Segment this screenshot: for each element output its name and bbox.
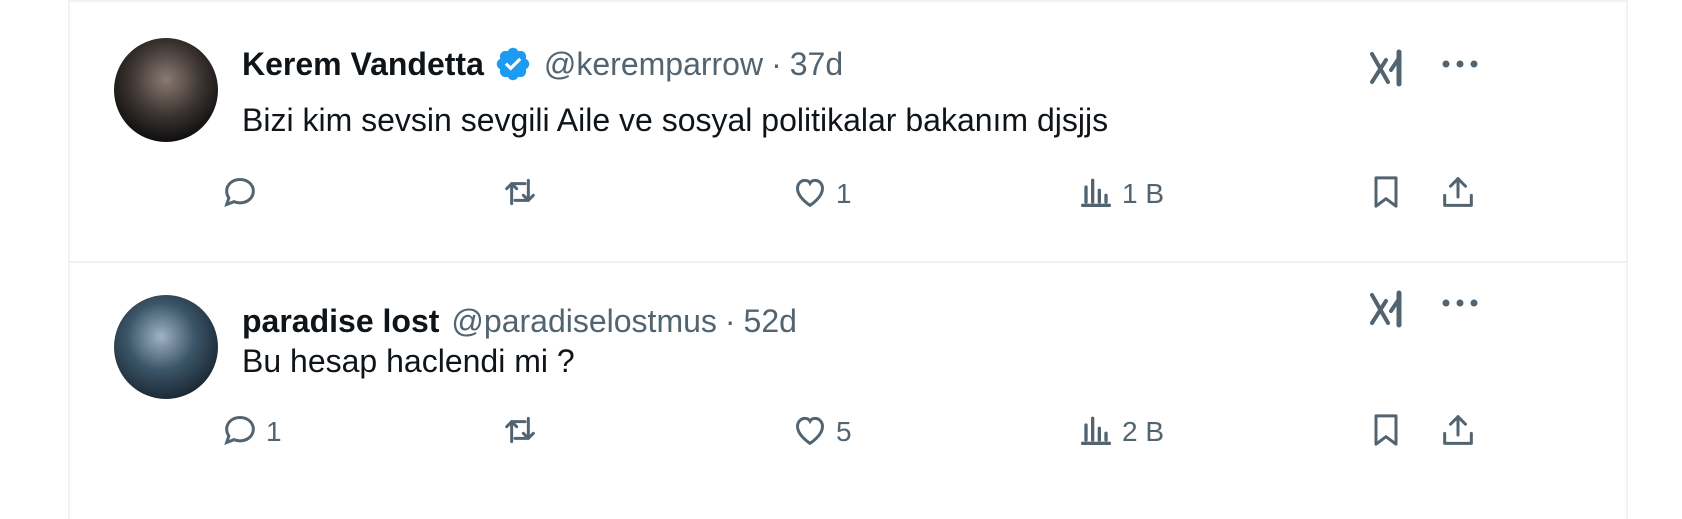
separator: · bbox=[771, 45, 782, 82]
tweet-header: Kerem Vandetta @keremparrow · 37d bbox=[242, 44, 843, 84]
views-button[interactable]: 1 B bbox=[1076, 172, 1164, 216]
display-name[interactable]: Kerem Vandetta bbox=[242, 46, 484, 83]
bookmark-icon bbox=[1366, 172, 1406, 217]
reply-icon bbox=[220, 172, 260, 217]
retweet-button[interactable] bbox=[500, 172, 546, 216]
share-icon bbox=[1438, 172, 1478, 217]
grok-icon[interactable] bbox=[1367, 287, 1411, 331]
share-button[interactable] bbox=[1438, 410, 1478, 454]
share-button[interactable] bbox=[1438, 172, 1478, 216]
heart-icon bbox=[790, 172, 830, 217]
bookmark-button[interactable] bbox=[1366, 172, 1406, 216]
like-count: 1 bbox=[836, 178, 852, 209]
reply-button[interactable]: 1 bbox=[220, 410, 282, 454]
tweet[interactable]: Kerem Vandetta @keremparrow · 37d Bizi k… bbox=[70, 2, 1626, 263]
views-count: 1 B bbox=[1122, 178, 1165, 209]
more-options-icon[interactable] bbox=[1440, 54, 1480, 74]
timestamp[interactable]: 52d bbox=[744, 303, 797, 340]
avatar[interactable] bbox=[114, 38, 218, 142]
timestamp[interactable]: 37d bbox=[790, 46, 843, 83]
grok-icon[interactable] bbox=[1367, 46, 1411, 90]
user-handle[interactable]: @keremparrow bbox=[544, 46, 763, 83]
more-options-icon[interactable] bbox=[1440, 293, 1480, 313]
tweet-actions: 1 5 2 B bbox=[220, 410, 1586, 454]
reply-feed: Kerem Vandetta @keremparrow · 37d Bizi k… bbox=[68, 0, 1628, 519]
retweet-icon bbox=[500, 172, 540, 217]
retweet-icon bbox=[500, 410, 540, 455]
views-count: 2 B bbox=[1122, 416, 1165, 447]
like-count: 5 bbox=[836, 416, 852, 447]
like-button[interactable]: 1 bbox=[790, 172, 852, 216]
separator: · bbox=[724, 302, 736, 339]
like-button[interactable]: 5 bbox=[790, 410, 852, 454]
tweet-header: paradise lost @paradiselostmus · 52d bbox=[242, 301, 797, 341]
retweet-button[interactable] bbox=[500, 410, 546, 454]
analytics-icon bbox=[1076, 172, 1116, 217]
display-name[interactable]: paradise lost bbox=[242, 303, 439, 340]
analytics-icon bbox=[1076, 410, 1116, 455]
tweet[interactable]: paradise lost @paradiselostmus · 52d Bu … bbox=[70, 263, 1626, 519]
reply-count: 1 bbox=[266, 416, 282, 447]
reply-icon bbox=[220, 410, 260, 455]
user-handle[interactable]: @paradiselostmus bbox=[451, 303, 716, 340]
bookmark-icon bbox=[1366, 410, 1406, 455]
views-button[interactable]: 2 B bbox=[1076, 410, 1164, 454]
verified-badge-icon bbox=[494, 45, 532, 83]
tweet-actions: 1 1 B bbox=[220, 172, 1586, 216]
reply-button[interactable] bbox=[220, 172, 266, 216]
tweet-text: Bizi kim sevsin sevgili Aile ve sosyal p… bbox=[242, 102, 1109, 138]
tweet-text: Bu hesap haclendi mi ? bbox=[242, 343, 575, 379]
bookmark-button[interactable] bbox=[1366, 410, 1406, 454]
avatar[interactable] bbox=[114, 295, 218, 399]
share-icon bbox=[1438, 410, 1478, 455]
heart-icon bbox=[790, 410, 830, 455]
